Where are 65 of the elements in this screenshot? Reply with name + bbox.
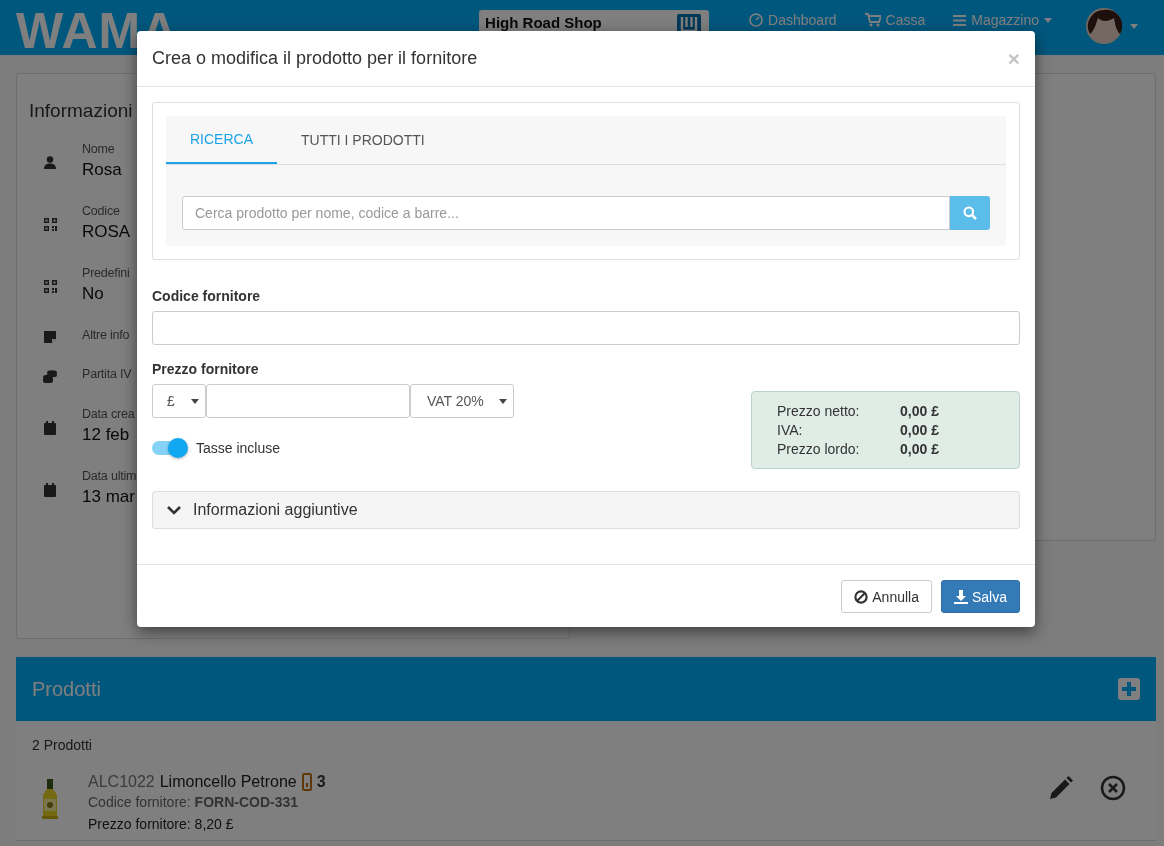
field-label: Altre info <box>82 328 130 342</box>
field-value: 12 feb <box>82 425 131 445</box>
field-value: Rosa <box>82 160 122 180</box>
field-value: ROSA <box>82 222 131 242</box>
summary-label: Prezzo lordo: <box>777 441 861 457</box>
search-field[interactable]: Cerca prodotto per nome, codice a barre... <box>182 196 950 230</box>
search-button[interactable] <box>950 196 990 230</box>
card-title: Informazioni <box>29 100 134 122</box>
supplier-code: Codice fornitore: FORN-COD-331 <box>88 794 300 810</box>
product-code: ALC1022 <box>88 773 155 791</box>
field-label: Codice <box>82 204 121 218</box>
summary-label: Prezzo netto: <box>777 403 861 419</box>
product-count: 2 Prodotti <box>31 736 93 753</box>
add-icon[interactable] <box>1118 678 1140 700</box>
person-icon <box>44 156 56 169</box>
tab[interactable]: TUTTI I PRODOTTI <box>277 116 449 164</box>
currency-select[interactable]: £ <box>152 384 206 418</box>
field-label: Prezzo fornitore <box>152 361 260 377</box>
field-label: Nome <box>82 142 116 156</box>
modal-title: Crea o modifica il prodotto per il fornitore <box>152 48 478 69</box>
field-label: Predefini <box>82 266 130 280</box>
field-label: Codice fornitore <box>152 288 262 304</box>
qr-code-icon <box>43 218 57 231</box>
field-label: Data crea <box>82 407 135 421</box>
cart-icon <box>864 13 881 27</box>
caret-icon <box>499 398 507 404</box>
tab[interactable]: RICERCA <box>166 116 277 164</box>
summary-value: 0,00 £ <box>900 441 940 457</box>
panel-title: Prodotti <box>32 677 101 701</box>
calendar-icon <box>44 483 56 497</box>
cancel-button[interactable]: Annulla <box>841 580 932 613</box>
gauge-icon <box>749 13 764 27</box>
field-label: Data ultim <box>82 469 137 483</box>
menu-icon <box>953 14 967 26</box>
save-button[interactable]: Salva <box>940 580 1020 613</box>
remove-icon[interactable] <box>1100 775 1126 801</box>
chevron-icon <box>167 505 181 515</box>
summary-label: IVA: <box>777 422 804 438</box>
summary-value: 0,00 £ <box>900 403 940 419</box>
toggle-switch[interactable] <box>152 438 188 458</box>
qr-code-icon <box>43 280 57 293</box>
summary-value: 0,00 £ <box>900 422 940 438</box>
calendar-icon <box>44 421 56 435</box>
edit-icon[interactable] <box>1048 775 1074 801</box>
input-field[interactable] <box>152 311 1020 345</box>
caret-icon <box>1130 23 1138 29</box>
vat-select[interactable]: VAT 20% <box>410 384 514 418</box>
collapsible-header[interactable]: Informazioni aggiuntive <box>152 491 1020 529</box>
price-field[interactable] <box>206 384 410 418</box>
avatar[interactable] <box>1086 8 1122 44</box>
coins-icon <box>43 370 57 383</box>
ban-icon <box>854 589 869 604</box>
product-name: Limoncello Petrone <box>159 773 297 791</box>
note-icon <box>44 331 56 343</box>
stock-quantity: 3 <box>316 773 326 791</box>
download-icon <box>953 589 968 604</box>
field-label: Partita IV <box>82 367 132 381</box>
field-value: No <box>82 284 105 304</box>
shop-name: High Road Shop <box>485 14 602 31</box>
search-icon <box>963 206 977 220</box>
supplier-price: Prezzo fornitore: 8,20 £ <box>88 816 235 832</box>
field-value: 13 mar <box>82 487 136 507</box>
caret-icon <box>191 398 199 404</box>
toggle-label: Tasse incluse <box>196 440 281 456</box>
bottle-icon <box>301 773 312 791</box>
